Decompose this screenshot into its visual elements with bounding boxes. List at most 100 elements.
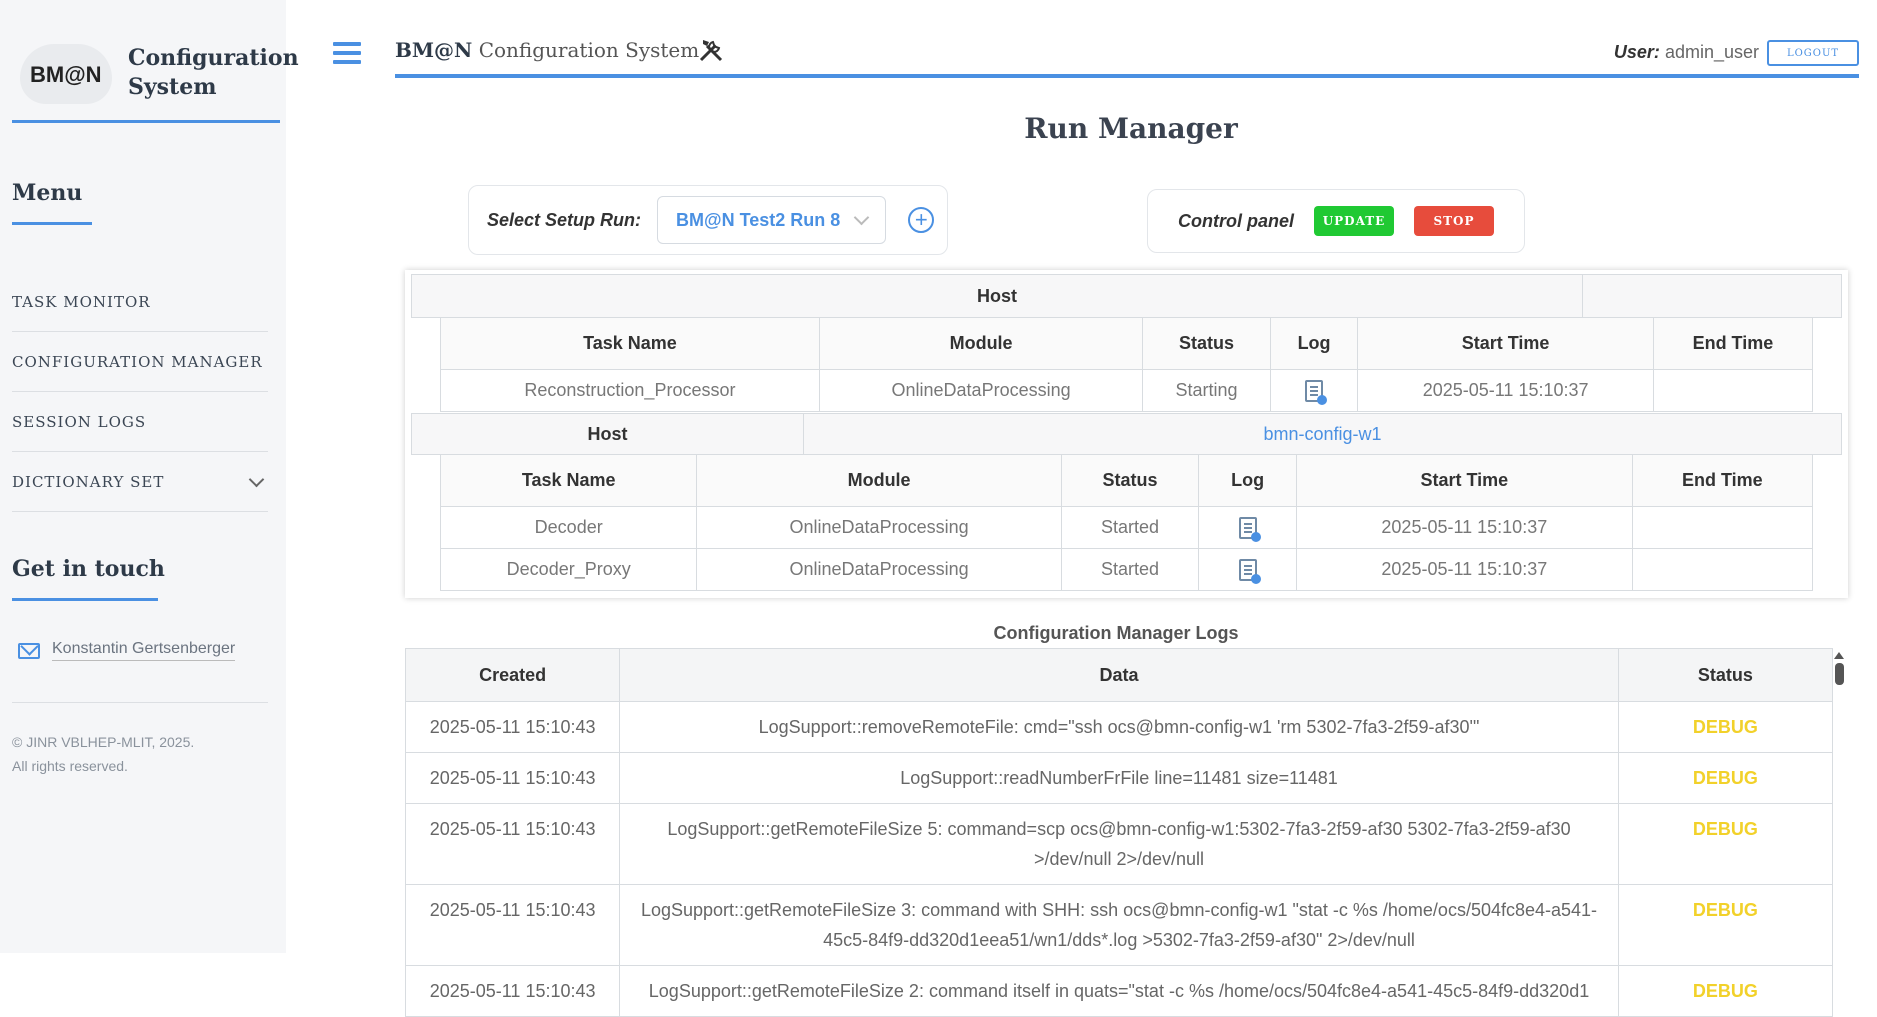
log-data-cell: LogSupport::getRemoteFileSize 5: command… bbox=[619, 803, 1619, 885]
column-header: Start Time bbox=[1295, 454, 1633, 507]
update-button[interactable]: UPDATE bbox=[1314, 206, 1394, 236]
module-cell: OnlineDataProcessing bbox=[818, 369, 1144, 412]
column-header: Status bbox=[1617, 648, 1834, 702]
column-header: Task Name bbox=[440, 317, 820, 370]
end-time-cell bbox=[1652, 369, 1814, 412]
add-setup-icon[interactable]: + bbox=[908, 207, 935, 233]
stop-button[interactable]: STOP bbox=[1414, 206, 1494, 236]
setup-panel: Select Setup Run: BM@N Test2 Run 8 + bbox=[468, 185, 948, 255]
logout-button[interactable]: LOGOUT bbox=[1767, 40, 1859, 66]
table-row: 2025-05-11 15:10:43 LogSupport::getRemot… bbox=[404, 884, 1834, 966]
column-header: End Time bbox=[1652, 317, 1814, 370]
user-info: User: admin_user bbox=[1614, 42, 1759, 63]
logs-table: Created Data Status 2025-05-11 15:10:43 … bbox=[404, 648, 1834, 1017]
log-data-cell: LogSupport::getRemoteFileSize 3: command… bbox=[619, 884, 1619, 966]
log-status-cell: DEBUG bbox=[1617, 752, 1834, 804]
table-row: Decoder OnlineDataProcessing Started 202… bbox=[439, 506, 1814, 549]
start-time-cell: 2025-05-11 15:10:37 bbox=[1295, 548, 1633, 591]
menu-heading: Menu bbox=[12, 180, 83, 206]
host-header: Host bmn-config-w1 bbox=[411, 413, 1842, 455]
column-header: Data bbox=[619, 648, 1619, 702]
sidebar-item-task-monitor[interactable]: TASK MONITOR bbox=[12, 272, 268, 332]
log-created-cell: 2025-05-11 15:10:43 bbox=[404, 803, 621, 885]
sidebar-logo-area: BM@N Configuration System bbox=[12, 40, 299, 123]
log-file-icon[interactable] bbox=[1305, 379, 1328, 405]
hosts-panel: Host Task Name Module Status Log Start T… bbox=[405, 270, 1848, 598]
host-task-table: Task Name Module Status Log Start Time E… bbox=[439, 454, 1814, 591]
status-cell: Starting bbox=[1142, 369, 1271, 412]
user-label: User: bbox=[1613, 42, 1660, 62]
log-created-cell: 2025-05-11 15:10:43 bbox=[404, 965, 621, 1017]
module-cell: OnlineDataProcessing bbox=[696, 506, 1062, 549]
copyright-line: All rights reserved. bbox=[12, 758, 128, 774]
brand-text: Configuration System bbox=[478, 38, 700, 62]
log-status-cell: DEBUG bbox=[1617, 803, 1834, 885]
sidebar-item-session-logs[interactable]: SESSION LOGS bbox=[12, 392, 268, 452]
column-header: Start Time bbox=[1357, 317, 1654, 370]
logs-scrollbar[interactable] bbox=[1832, 650, 1846, 953]
host-label: Host bbox=[412, 414, 804, 454]
column-header: Created bbox=[404, 648, 621, 702]
end-time-cell bbox=[1631, 548, 1814, 591]
sidebar-item-dictionary-set[interactable]: DICTIONARY SET bbox=[12, 452, 268, 512]
control-panel-label: Control panel bbox=[1178, 210, 1294, 231]
host-name[interactable] bbox=[1583, 275, 1841, 317]
setup-label: Select Setup Run: bbox=[487, 209, 642, 230]
start-time-cell: 2025-05-11 15:10:37 bbox=[1357, 369, 1654, 412]
sidebar-menu: TASK MONITOR CONFIGURATION MANAGER SESSI… bbox=[12, 272, 268, 512]
setup-run-select[interactable]: BM@N Test2 Run 8 bbox=[657, 196, 887, 244]
table-row: 2025-05-11 15:10:43 LogSupport::readNumb… bbox=[404, 752, 1834, 804]
contact-link[interactable]: Konstantin Gertsenberger bbox=[18, 640, 236, 661]
column-header: End Time bbox=[1631, 454, 1814, 507]
mail-icon bbox=[18, 642, 40, 659]
logs-title: Configuration Manager Logs bbox=[993, 623, 1239, 643]
copyright: © JINR VBLHEP-MLIT, 2025. All rights res… bbox=[12, 730, 194, 778]
header-brand[interactable]: BM@N Configuration System bbox=[395, 38, 699, 62]
contact-heading-underline bbox=[12, 598, 158, 601]
log-data-cell: LogSupport::readNumberFrFile line=11481 … bbox=[619, 752, 1619, 804]
column-header: Module bbox=[818, 317, 1144, 370]
log-created-cell: 2025-05-11 15:10:43 bbox=[404, 752, 621, 804]
sidebar-item-label: TASK MONITOR bbox=[12, 292, 151, 311]
chevron-down-icon bbox=[853, 209, 870, 226]
task-name-cell: Decoder bbox=[439, 506, 698, 549]
log-file-icon[interactable] bbox=[1238, 516, 1261, 542]
column-header: Log bbox=[1198, 454, 1297, 507]
log-status-cell: DEBUG bbox=[1617, 884, 1834, 966]
top-bar: BM@N Configuration System User: admin_us… bbox=[395, 34, 1859, 78]
sidebar-item-label: CONFIGURATION MANAGER bbox=[12, 352, 263, 371]
setup-run-selected: BM@N Test2 Run 8 bbox=[676, 209, 841, 230]
log-file-icon[interactable] bbox=[1238, 558, 1261, 584]
sidebar-divider bbox=[12, 702, 268, 703]
sidebar-item-configuration-manager[interactable]: CONFIGURATION MANAGER bbox=[12, 332, 268, 392]
chevron-down-icon[interactable] bbox=[248, 471, 265, 488]
status-cell: Started bbox=[1060, 548, 1200, 591]
end-time-cell bbox=[1631, 506, 1814, 549]
table-row: Reconstruction_Processor OnlineDataProce… bbox=[440, 369, 1814, 412]
scroll-up-icon[interactable] bbox=[1834, 652, 1844, 659]
log-data-cell: LogSupport::removeRemoteFile: cmd="ssh o… bbox=[619, 701, 1619, 753]
task-name-cell: Decoder_Proxy bbox=[439, 548, 698, 591]
status-cell: Started bbox=[1060, 506, 1200, 549]
host-name-link[interactable]: bmn-config-w1 bbox=[804, 414, 1841, 454]
log-created-cell: 2025-05-11 15:10:43 bbox=[404, 701, 621, 753]
table-row: 2025-05-11 15:10:43 LogSupport::getRemot… bbox=[404, 965, 1834, 1017]
menu-heading-underline bbox=[12, 222, 92, 225]
column-header: Status bbox=[1060, 454, 1200, 507]
log-status-cell: DEBUG bbox=[1617, 965, 1834, 1017]
page-title: Run Manager bbox=[1024, 112, 1238, 145]
start-time-cell: 2025-05-11 15:10:37 bbox=[1295, 506, 1633, 549]
sidebar-item-label: DICTIONARY SET bbox=[12, 472, 165, 491]
task-name-cell: Reconstruction_Processor bbox=[440, 369, 820, 412]
contact-name[interactable]: Konstantin Gertsenberger bbox=[52, 640, 236, 661]
column-header: Task Name bbox=[439, 454, 698, 507]
host-label: Host bbox=[412, 275, 1583, 317]
log-data-cell: LogSupport::getRemoteFileSize 2: command… bbox=[619, 965, 1619, 1017]
hamburger-menu-icon[interactable] bbox=[333, 42, 361, 66]
scroll-thumb[interactable] bbox=[1834, 663, 1844, 685]
bmn-logo[interactable]: BM@N bbox=[20, 44, 112, 104]
column-header: Log bbox=[1269, 317, 1359, 370]
brand-bold: BM@N bbox=[395, 38, 473, 62]
logo-text: BM@N bbox=[30, 62, 102, 87]
column-header: Module bbox=[696, 454, 1062, 507]
